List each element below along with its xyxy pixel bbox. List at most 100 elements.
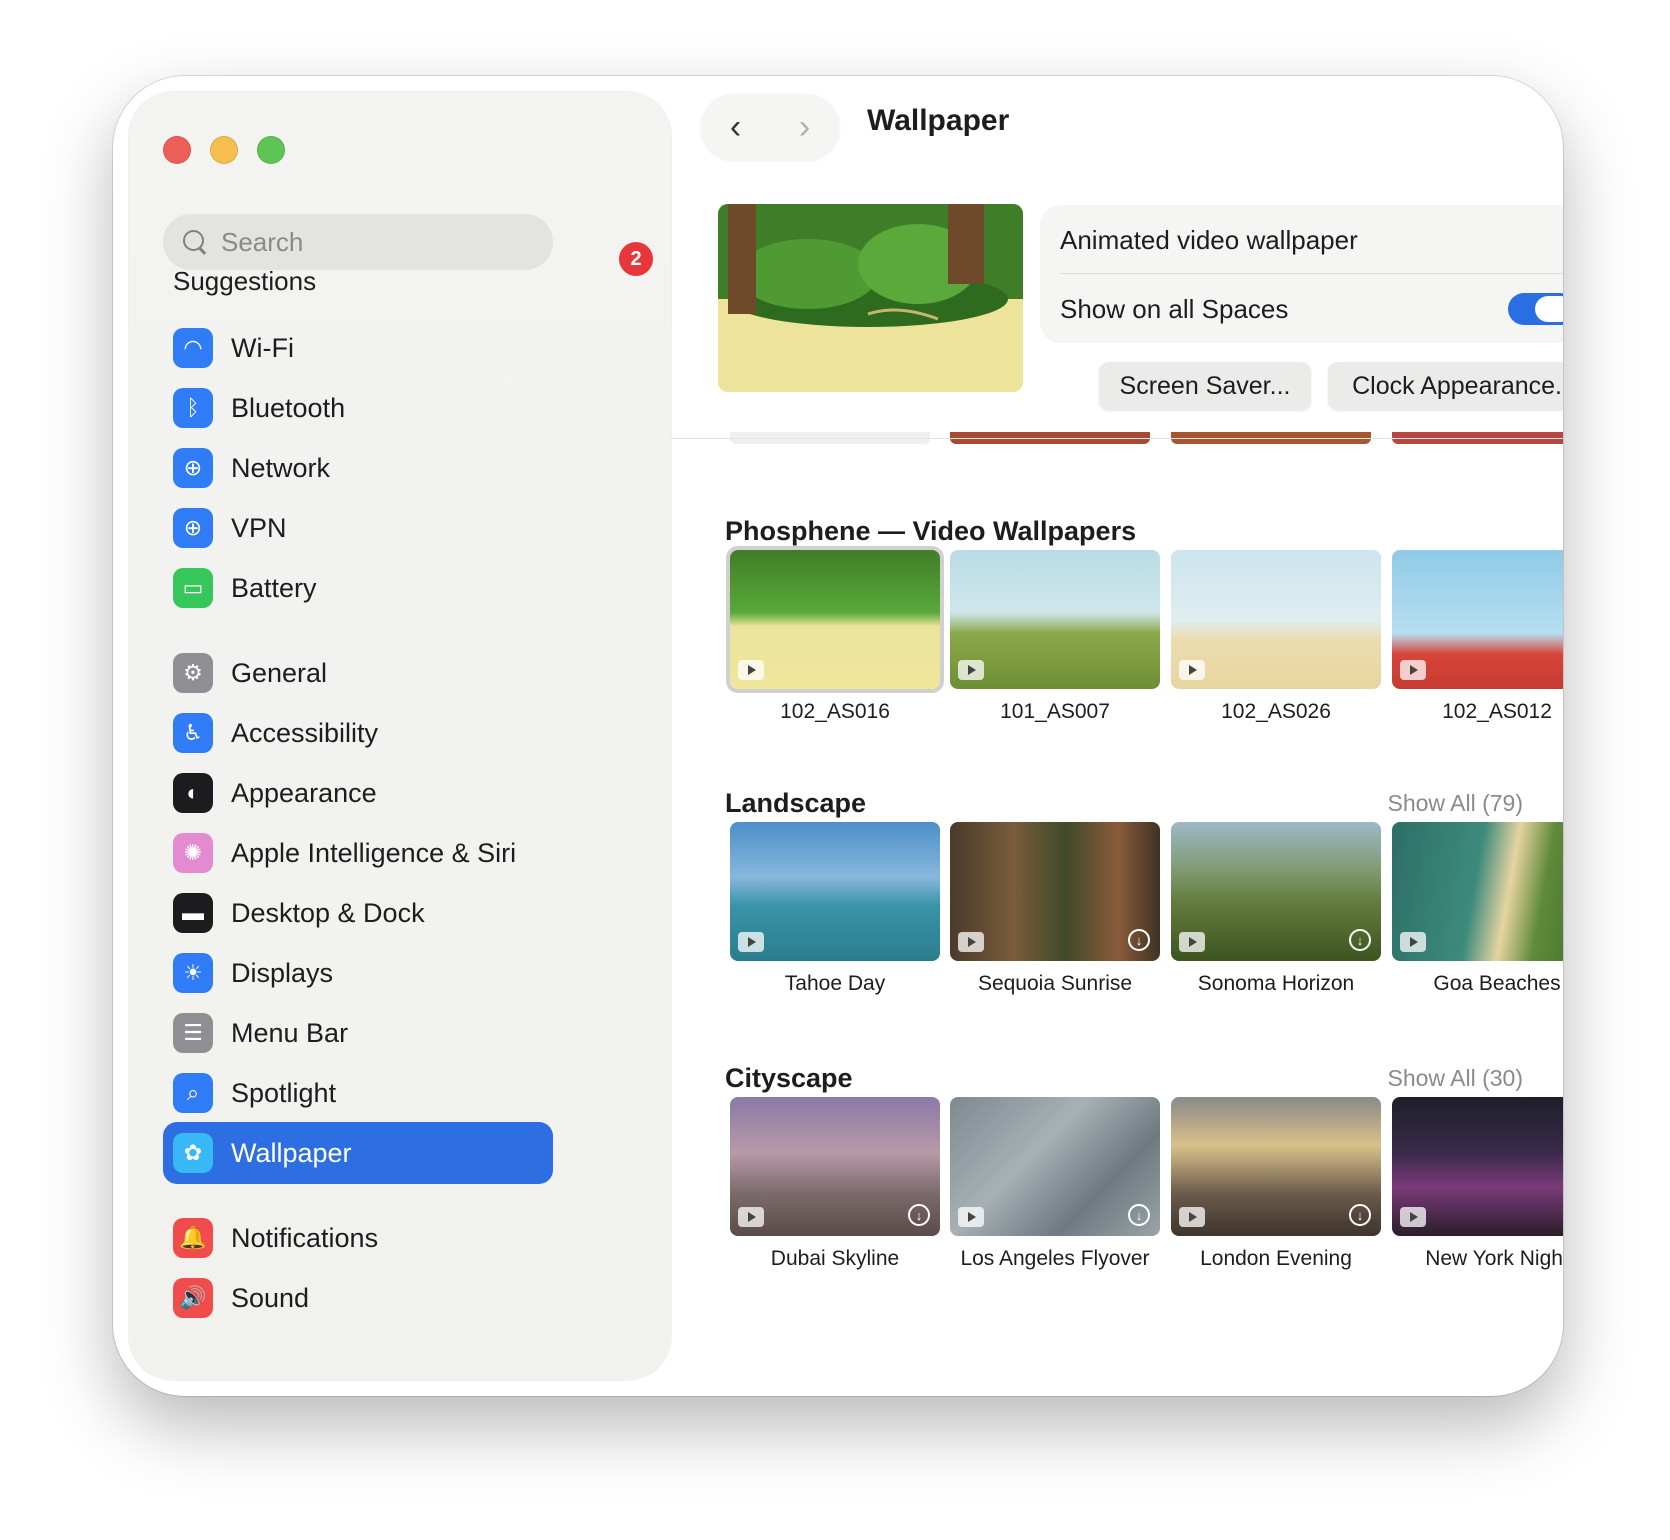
wallpaper-thumbnail[interactable] [730, 550, 940, 689]
sidebar-item-battery[interactable]: ▭ Battery [163, 557, 553, 619]
wallpaper-caption: Sequoia Sunrise [977, 972, 1133, 995]
sidebar-item-displays[interactable]: ☀ Displays [163, 942, 553, 1004]
sidebar-item-accessibility[interactable]: ♿ Accessibility [163, 702, 553, 764]
section-title: Phosphene — Video Wallpapers [725, 516, 1137, 546]
wallpaper-thumbnail[interactable] [950, 550, 1160, 689]
download-icon[interactable]: ↓ [1128, 929, 1150, 951]
sidebar-item-wallpaper[interactable]: ✿ Wallpaper [163, 1122, 553, 1184]
settings-window: Search 2 Suggestions ◠ Wi-Fi ᛒ Bluetooth ⊕ Ne… [113, 76, 1563, 1396]
wallpaper-thumbnail[interactable] [1392, 550, 1563, 689]
jungle-beach-illustration [718, 204, 1023, 392]
clock-appearance-button[interactable]: Clock Appearance... [1328, 362, 1563, 410]
close-button[interactable] [163, 136, 191, 164]
screen-saver-button[interactable]: Screen Saver... [1099, 362, 1311, 410]
battery-icon: ▭ [173, 568, 213, 608]
video-play-icon [738, 932, 764, 952]
download-icon[interactable]: ↓ [1349, 1204, 1371, 1226]
wallpaper-caption: 101_AS007 [1000, 700, 1110, 723]
show-all-link[interactable]: Show All (30) [1387, 1065, 1523, 1092]
video-play-icon [958, 932, 984, 952]
sidebar-item-vpn[interactable]: ⊕ VPN [163, 497, 553, 559]
wallpaper-thumbnail[interactable]: ↓ [730, 1097, 940, 1236]
video-play-icon [1179, 932, 1205, 952]
search-field[interactable]: Search [163, 214, 553, 270]
sidebar-item-label: Wi-Fi [231, 332, 294, 363]
show-all-link[interactable]: Show All (79) [1387, 790, 1523, 817]
sidebar-item-label: Desktop & Dock [231, 897, 425, 928]
sidebar-item-menu-bar[interactable]: ☰ Menu Bar [163, 1002, 553, 1064]
dock-icon: ▬ [173, 893, 213, 933]
maximize-button[interactable] [257, 136, 285, 164]
sidebar-item-bluetooth[interactable]: ᛒ Bluetooth [163, 377, 553, 439]
sidebar-item-label: General [231, 657, 328, 688]
sidebar-item-label: VPN [231, 512, 287, 543]
sidebar-item-apple-intelligence-siri[interactable]: ✺ Apple Intelligence & Siri [163, 822, 553, 884]
wallpaper-thumbnail[interactable]: ↓ [1392, 1097, 1563, 1236]
download-icon[interactable]: ↓ [1349, 929, 1371, 951]
video-play-icon [1179, 660, 1205, 680]
sidebar-item-desktop-dock[interactable]: ▬ Desktop & Dock [163, 882, 553, 944]
window-controls [163, 136, 285, 164]
sidebar-item-label: Apple Intelligence & Siri [231, 837, 517, 868]
wallpaper-caption: London Evening [1200, 1247, 1352, 1270]
bluetooth-icon: ᛒ [173, 388, 213, 428]
divider [1060, 273, 1563, 274]
video-play-icon [1400, 1207, 1426, 1227]
forward-chevron-icon[interactable]: › [799, 108, 810, 147]
sidebar-item-notifications[interactable]: 🔔 Notifications [163, 1207, 553, 1269]
wallpaper-thumbnail[interactable]: ↓ [1171, 822, 1381, 961]
wallpaper-options-card: Animated video wallpaper Show on all Spa… [1040, 205, 1563, 343]
displays-icon: ☀ [173, 953, 213, 993]
sidebar-item-label: Displays [231, 957, 334, 988]
show-on-all-spaces-label: Show on all Spaces [1060, 294, 1289, 324]
video-play-icon [958, 660, 984, 680]
current-wallpaper-preview [718, 204, 1023, 392]
suggestions-badge: 2 [619, 242, 653, 276]
show-on-all-spaces-toggle[interactable] [1508, 293, 1563, 325]
sidebar-item-network[interactable]: ⊕ Network [163, 437, 553, 499]
download-icon[interactable]: ↓ [908, 1204, 930, 1226]
search-placeholder: Search [221, 226, 304, 257]
wallpaper-caption: Sonoma Horizon [1197, 972, 1355, 995]
suggestions-label[interactable]: Suggestions [173, 266, 316, 297]
wifi-icon: ◠ [173, 328, 213, 368]
wallpaper-thumbnail[interactable]: ↓ [950, 1097, 1160, 1236]
sidebar-item-label: Appearance [231, 777, 377, 808]
section-title: Cityscape [725, 1063, 853, 1093]
wallpaper-thumbnail[interactable] [730, 822, 940, 961]
accessibility-icon: ♿ [173, 713, 213, 753]
sidebar-item-sound[interactable]: 🔊 Sound [163, 1267, 553, 1329]
wallpaper-caption: 102_AS012 [1442, 700, 1552, 723]
video-play-icon [738, 660, 764, 680]
gear-icon: ⚙ [173, 653, 213, 693]
sidebar-item-general[interactable]: ⚙ General [163, 642, 553, 704]
sidebar-item-label: Accessibility [231, 717, 379, 748]
history-nav: ‹ › [701, 94, 839, 160]
wallpaper-caption: Goa Beaches [1433, 972, 1561, 995]
sidebar-item-appearance[interactable]: ◐ Appearance [163, 762, 553, 824]
wallpaper-caption: Los Angeles Flyover [960, 1247, 1150, 1270]
header-divider [671, 438, 1563, 439]
wallpaper-caption: 102_AS016 [780, 700, 890, 723]
appearance-icon: ◐ [173, 773, 213, 813]
sidebar-item-label: Sound [231, 1282, 310, 1313]
vpn-globe-icon: ⊕ [173, 508, 213, 548]
download-icon[interactable]: ↓ [1128, 1204, 1150, 1226]
menubar-icon: ☰ [173, 1013, 213, 1053]
sidebar-item-spotlight[interactable]: ⌕ Spotlight [163, 1062, 553, 1124]
back-chevron-icon[interactable]: ‹ [730, 108, 741, 147]
minimize-button[interactable] [210, 136, 238, 164]
video-play-icon [958, 1207, 984, 1227]
wallpaper-thumbnail[interactable]: ↓ [950, 822, 1160, 961]
wallpaper-thumbnail[interactable]: ↓ [1392, 822, 1563, 961]
wallpaper-thumbnail[interactable] [1171, 550, 1381, 689]
sidebar-item-label: Menu Bar [231, 1017, 349, 1048]
sound-icon: 🔊 [173, 1278, 213, 1318]
wallpaper-icon: ✿ [173, 1133, 213, 1173]
sidebar-item-wi-fi[interactable]: ◠ Wi-Fi [163, 317, 553, 379]
wallpaper-caption: Dubai Skyline [770, 1247, 900, 1270]
wallpaper-thumbnail[interactable]: ↓ [1171, 1097, 1381, 1236]
sidebar-item-label: Wallpaper [231, 1137, 352, 1168]
sidebar-item-label: Battery [231, 572, 317, 603]
video-play-icon [738, 1207, 764, 1227]
